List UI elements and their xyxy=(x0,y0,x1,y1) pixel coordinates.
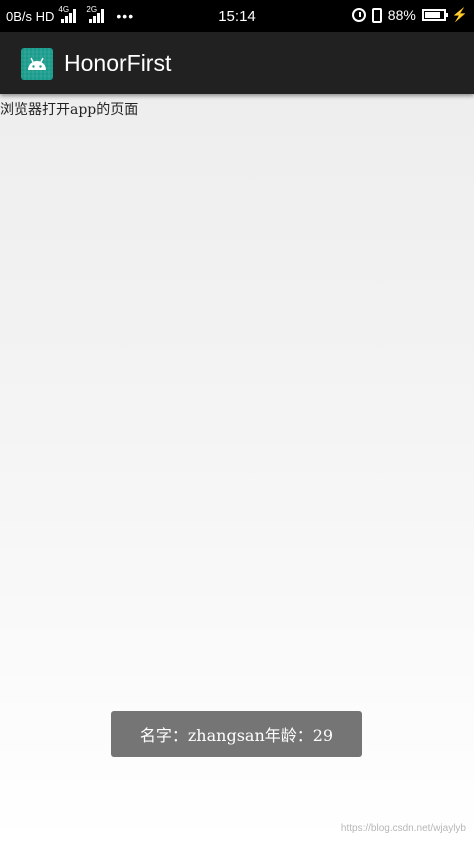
android-launcher-icon xyxy=(21,48,53,80)
charging-bolt-icon: ⚡ xyxy=(451,7,468,22)
app-title: HonorFirst xyxy=(64,50,172,76)
vibrate-icon xyxy=(371,7,382,23)
page-content-text: 浏览器打开app的页面 xyxy=(0,102,139,118)
battery-icon xyxy=(421,9,448,21)
alarm-icon xyxy=(351,8,366,22)
battery-percent: 88% xyxy=(387,7,416,23)
toast-message: 名字：zhangsan年龄：29 xyxy=(111,711,362,757)
status-bar: 0B/s HD 4G 2G ••• 15:14 88% ⚡ xyxy=(0,0,474,32)
status-right: 88% ⚡ xyxy=(346,7,468,23)
toast-text: 名字：zhangsan年龄：29 xyxy=(139,726,334,745)
watermark: https://blog.csdn.net/wjaylyb xyxy=(340,823,466,834)
